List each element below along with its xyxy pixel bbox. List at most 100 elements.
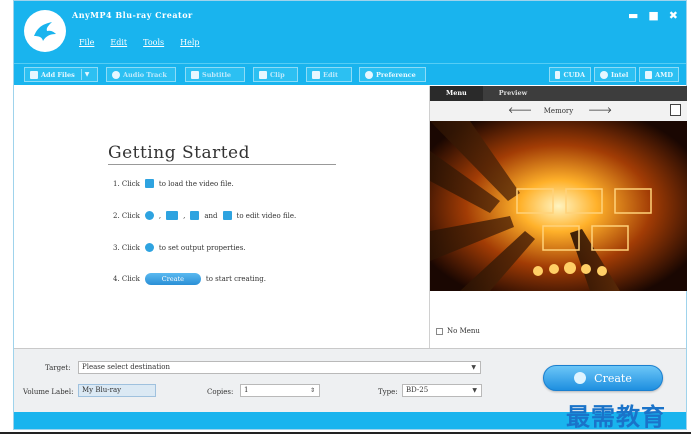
type-value: BD-25 <box>406 386 429 394</box>
step-2-prefix: 2. Click <box>113 211 140 220</box>
chevron-down-icon: ▼ <box>472 387 477 394</box>
add-files-label: Add Files <box>41 70 75 79</box>
template-navigator: 🡐 Memory 🡒 <box>430 101 687 121</box>
volume-label-value: My Blu-ray <box>82 386 122 394</box>
step-2-comma: , <box>158 211 162 220</box>
scissors-icon[interactable] <box>190 211 200 220</box>
fire-icon <box>574 372 587 384</box>
menu-file[interactable]: File <box>79 38 94 47</box>
edit-label: Edit <box>323 70 338 79</box>
rewind-icon[interactable] <box>549 264 559 274</box>
clip-label: Clip <box>270 70 285 79</box>
intel-button[interactable]: Intel <box>594 67 636 82</box>
watermark-text: 最需教育 <box>566 403 666 431</box>
preference-button[interactable]: Preference <box>359 67 426 82</box>
step-3-prefix: 3. Click <box>113 243 140 252</box>
tab-menu[interactable]: Menu <box>430 86 483 101</box>
clip-button[interactable]: Clip <box>253 67 298 82</box>
next-template-arrow-icon[interactable]: 🡒 <box>588 105 612 116</box>
amd-icon <box>645 70 653 79</box>
type-label: Type: <box>378 388 398 396</box>
divider <box>80 69 82 80</box>
audio-track-button[interactable]: Audio Track <box>106 67 176 82</box>
gear-icon <box>365 70 373 79</box>
close-button[interactable]: ✖ <box>669 9 678 22</box>
step-1-text: to load the video file. <box>158 179 234 188</box>
intel-label: Intel <box>611 70 629 79</box>
volume-label-input[interactable]: My Blu-ray <box>78 384 156 397</box>
audio-icon <box>112 70 120 79</box>
audio-track-label: Audio Track <box>123 70 167 79</box>
menu-panel-tabs: Menu Preview <box>430 86 687 101</box>
step-4: 4. Click Create to start creating. <box>113 273 266 285</box>
volume-label-label: Volume Label: <box>23 388 74 396</box>
copies-label: Copies: <box>207 388 234 396</box>
copies-stepper[interactable]: 1 ⇕ <box>240 384 320 397</box>
no-menu-label: No Menu <box>447 327 480 335</box>
previous-icon[interactable] <box>533 266 543 276</box>
inline-create-button[interactable]: Create <box>144 273 201 285</box>
add-file-icon <box>30 70 38 79</box>
target-label: Target: <box>45 364 71 372</box>
maximize-button[interactable]: ■ <box>648 9 658 22</box>
subtitle-icon[interactable] <box>166 211 179 220</box>
subtitle-button[interactable]: Subtitle <box>185 67 245 82</box>
edit-button[interactable]: Edit <box>306 67 352 82</box>
stepper-arrows-icon[interactable]: ⇕ <box>310 385 315 396</box>
title-bar: AnyMP4 Blu-ray Creator File Edit Tools H… <box>14 1 686 63</box>
cuda-label: CUDA <box>563 70 585 79</box>
forward-icon[interactable] <box>581 264 591 274</box>
toolbar: Add Files ▼ Audio Track Subtitle Clip Ed… <box>14 63 686 85</box>
add-files-button[interactable]: Add Files ▼ <box>24 67 98 82</box>
gear-icon[interactable] <box>144 243 154 252</box>
next-icon[interactable] <box>597 266 607 276</box>
no-menu-option[interactable]: No Menu <box>436 327 480 335</box>
subtitle-label: Subtitle <box>202 70 232 79</box>
add-file-icon[interactable] <box>144 179 154 188</box>
audio-icon[interactable] <box>144 211 154 220</box>
no-menu-checkbox[interactable] <box>436 327 443 335</box>
minimize-button[interactable]: ▬ <box>628 9 638 22</box>
play-icon[interactable] <box>564 262 576 274</box>
bird-logo-icon <box>34 22 56 41</box>
step-2: 2. Click , , and to edit video file. <box>113 211 296 220</box>
chevron-down-icon: ▼ <box>471 364 476 371</box>
menu-panel: Menu Preview 🡐 Memory 🡒 No Menu <box>429 86 687 348</box>
copies-value: 1 <box>244 386 249 394</box>
step-3: 3. Click to set output properties. <box>113 243 246 252</box>
preference-label: Preference <box>376 70 416 79</box>
menu-edit[interactable]: Edit <box>110 38 127 47</box>
amd-label: AMD <box>655 70 673 79</box>
step-1: 1. Click to load the video file. <box>113 179 234 188</box>
type-select[interactable]: BD-25 ▼ <box>402 384 482 397</box>
edit-menu-icon[interactable] <box>670 104 681 116</box>
step-2-comma: , <box>183 211 186 220</box>
step-3-text: to set output properties. <box>158 243 246 252</box>
page-bottom-border <box>0 432 691 444</box>
step-4-text: to start creating. <box>205 275 266 283</box>
create-button-label: Create <box>594 371 632 385</box>
menu-bar: File Edit Tools Help <box>79 38 200 47</box>
title-divider <box>108 164 336 165</box>
tab-preview[interactable]: Preview <box>483 86 543 101</box>
step-4-prefix: 4. Click <box>113 275 140 283</box>
amd-button[interactable]: AMD <box>639 67 679 82</box>
target-select[interactable]: Please select destination ▼ <box>78 361 481 374</box>
target-value: Please select destination <box>82 363 171 371</box>
memory-template-artwork <box>430 121 687 291</box>
step-2-text: to edit video file. <box>236 211 297 220</box>
menu-tools[interactable]: Tools <box>143 38 164 47</box>
create-button[interactable]: Create <box>543 365 663 391</box>
chevron-down-icon[interactable]: ▼ <box>85 71 90 78</box>
magic-wand-icon <box>312 70 320 79</box>
scissors-icon <box>259 70 267 79</box>
magic-wand-icon[interactable] <box>222 211 232 220</box>
app-logo <box>24 10 66 52</box>
window-controls: ▬ ■ ✖ <box>628 9 678 22</box>
app-title: AnyMP4 Blu-ray Creator <box>72 10 193 20</box>
menu-help[interactable]: Help <box>180 38 199 47</box>
getting-started-pane: Getting Started 1. Click to load the vid… <box>14 86 429 348</box>
cuda-button[interactable]: CUDA <box>549 67 591 82</box>
step-2-and: and <box>204 211 218 220</box>
nvidia-icon <box>555 70 561 79</box>
